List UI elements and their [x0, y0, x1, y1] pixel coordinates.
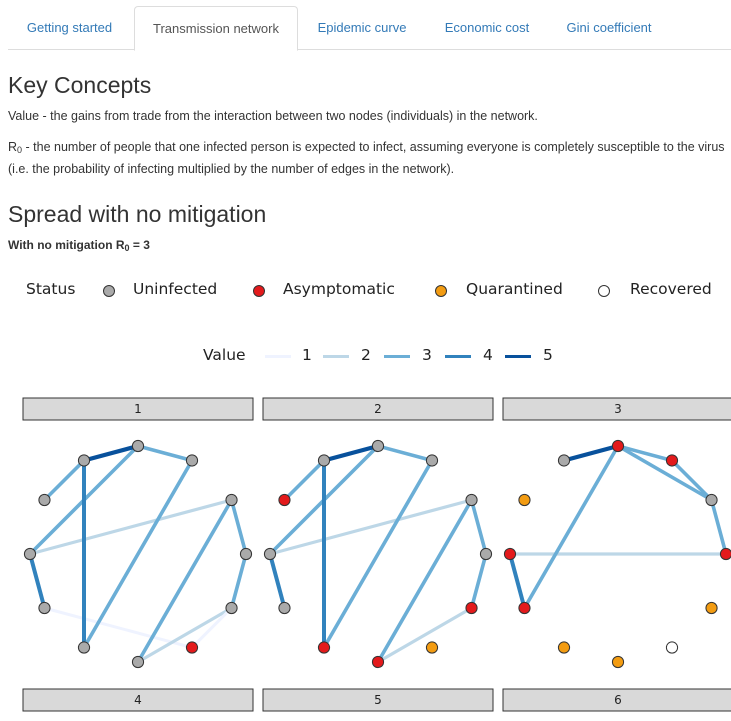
node-p2-1 — [278, 601, 291, 615]
edge-p1-11 — [136, 444, 194, 463]
node-p3-5 — [705, 601, 718, 615]
edge-p1-5 — [82, 458, 194, 650]
node-p1-3 — [131, 655, 145, 669]
edge-p1-0 — [28, 552, 47, 610]
node-p1-5 — [225, 601, 238, 615]
node-p3-6 — [719, 547, 731, 561]
edge-p2-11 — [282, 458, 326, 502]
edge-p1-10 — [229, 498, 248, 556]
edge-p3-0 — [508, 552, 527, 610]
node-p3-9 — [611, 439, 625, 453]
panel-label-2: 2 — [374, 402, 382, 416]
panel-label-1: 1 — [134, 402, 142, 416]
node-p2-4 — [425, 641, 439, 654]
node-p2-5 — [465, 601, 478, 615]
edge-p3-6 — [616, 444, 674, 463]
node-p1-2 — [77, 641, 91, 654]
node-p1-8 — [185, 454, 199, 467]
panel-label-5: 5 — [374, 693, 382, 707]
node-p2-3 — [371, 655, 385, 669]
edge-p2-8 — [469, 498, 488, 556]
node-p2-6 — [479, 547, 493, 561]
node-p1-6 — [239, 547, 253, 561]
node-p3-11 — [518, 493, 531, 507]
node-p1-10 — [77, 454, 91, 467]
node-p3-7 — [705, 493, 718, 507]
edge-p2-6 — [376, 498, 474, 664]
node-p3-1 — [518, 601, 531, 615]
edge-p1-13 — [42, 458, 86, 502]
node-p1-7 — [225, 493, 238, 507]
edge-p2-0 — [268, 552, 287, 610]
edge-p3-2 — [522, 444, 620, 610]
node-p1-0 — [23, 547, 37, 561]
node-p3-0 — [503, 547, 517, 561]
edge-p3-3 — [616, 444, 714, 502]
edge-p1-9 — [229, 552, 248, 610]
node-p3-2 — [557, 641, 571, 654]
edge-p3-4 — [709, 498, 728, 556]
node-p2-9 — [371, 439, 385, 453]
node-p2-10 — [317, 454, 331, 467]
edge-p2-1 — [268, 498, 474, 556]
node-p3-10 — [557, 454, 571, 467]
panel-label-3: 3 — [614, 402, 622, 416]
edge-p2-4 — [322, 458, 434, 650]
network-chart: 1 2 3 4 5 6 — [22, 397, 731, 712]
node-p1-4 — [185, 641, 199, 654]
node-p2-7 — [465, 493, 478, 507]
node-p3-4 — [665, 641, 679, 654]
edge-p1-1 — [28, 498, 234, 556]
edge-p2-7 — [469, 552, 488, 610]
node-p2-0 — [263, 547, 277, 561]
node-p2-8 — [425, 454, 439, 467]
panel-label-6: 6 — [614, 693, 622, 707]
node-p1-11 — [38, 493, 51, 507]
node-p2-11 — [278, 493, 291, 507]
node-p3-3 — [611, 655, 625, 669]
node-p1-1 — [38, 601, 51, 615]
node-p1-9 — [131, 439, 145, 453]
edge-p1-3 — [42, 606, 194, 650]
edge-p2-9 — [376, 444, 434, 463]
node-p2-2 — [317, 641, 331, 654]
node-p3-8 — [665, 454, 679, 467]
edge-p1-7 — [136, 498, 234, 664]
panel-label-4: 4 — [134, 693, 142, 707]
